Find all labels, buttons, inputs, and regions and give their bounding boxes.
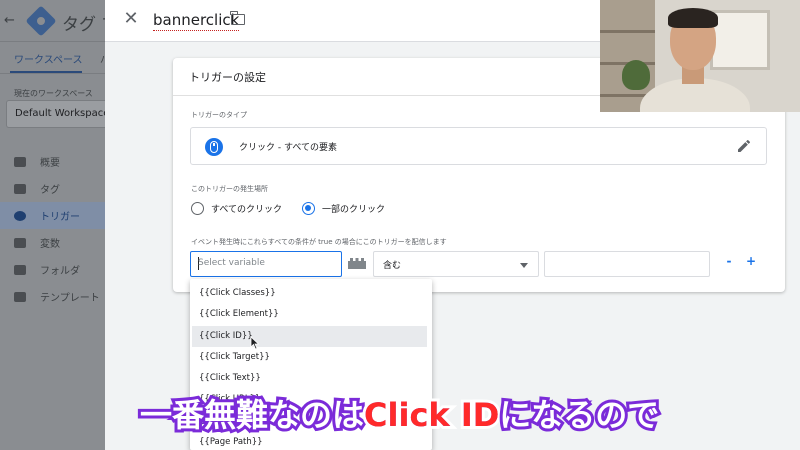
caption-part2: になるので — [496, 393, 662, 437]
window — [710, 10, 770, 70]
sidebar-item[interactable]: トリガー — [0, 202, 105, 229]
radio-some-clicks-circle[interactable] — [302, 202, 315, 215]
background-app: ← タグ マ ワークスペース バ 現在のワークスペース Default Work… — [0, 0, 118, 450]
add-condition-button[interactable]: + — [743, 254, 759, 272]
radio-all-clicks-label: すべてのクリック — [211, 205, 283, 215]
fire-on-label: このトリガーの発生場所 — [191, 185, 268, 193]
variable-picker-icon[interactable] — [348, 257, 366, 269]
folder-icon[interactable] — [230, 11, 245, 25]
sidebar-item[interactable]: フォルダ — [0, 256, 105, 283]
tab-workspace[interactable]: ワークスペース — [14, 51, 83, 66]
sidebar-item-label: 概要 — [40, 158, 60, 169]
tab-active-indicator — [10, 71, 82, 73]
radio-all-clicks-circle[interactable] — [191, 202, 204, 215]
operator-select[interactable]: 含む — [373, 251, 539, 277]
radio-some-clicks[interactable]: 一部のクリック — [302, 202, 385, 215]
variable-select[interactable]: Select variable — [190, 251, 342, 277]
sidebar-item-label: タグ — [40, 185, 60, 196]
remove-condition-button[interactable]: - — [721, 254, 737, 272]
overview-icon — [14, 156, 26, 167]
trigger-type-name: クリック - すべての要素 — [239, 143, 337, 153]
sidebar-item[interactable]: タグ — [0, 175, 105, 202]
trigger-name[interactable]: bannerclick — [153, 11, 240, 31]
tag-manager-logo-icon — [25, 5, 57, 37]
dropdown-arrow-icon — [520, 263, 528, 268]
trigger-type-box[interactable]: クリック - すべての要素 — [190, 127, 767, 165]
dropdown-option[interactable]: {{Click Element}} — [190, 304, 432, 325]
variable-placeholder: Select variable — [198, 258, 265, 268]
webcam-overlay — [600, 0, 800, 112]
sidebar-item[interactable]: 変数 — [0, 229, 105, 256]
plant — [622, 60, 650, 90]
trigger-icon — [14, 210, 26, 221]
sidebar-item[interactable]: 概要 — [0, 148, 105, 175]
pencil-icon[interactable] — [736, 138, 752, 154]
dropdown-option[interactable]: {{Click Classes}} — [190, 283, 432, 304]
condition-value-input[interactable] — [544, 251, 710, 277]
condition-label: イベント発生時にこれらすべての条件が true の場合にこのトリガーを配信します — [191, 238, 447, 246]
workspace-label: 現在のワークスペース — [14, 89, 93, 98]
dropdown-option[interactable]: {{Click ID}} — [192, 325, 427, 347]
workspace-selector[interactable]: Default Workspace — [6, 100, 109, 128]
dropdown-option[interactable]: {{Click Text}} — [190, 368, 432, 389]
workspace-name: Default Workspace — [15, 108, 110, 119]
sidebar-item-label: フォルダ — [40, 266, 80, 277]
mouse-click-icon — [205, 138, 223, 156]
sidebar-item-label: テンプレート — [40, 293, 100, 304]
dropdown-option[interactable]: {{Click Target}} — [190, 347, 432, 368]
operator-value: 含む — [383, 261, 402, 271]
card-title: トリガーの設定 — [189, 71, 266, 84]
tag-icon — [14, 183, 26, 194]
caption-part1: 一番無難なのは — [137, 393, 367, 437]
background-topbar: ← タグ マ — [0, 0, 118, 42]
variable-icon — [14, 237, 26, 248]
sidebar-nav: 概要タグトリガー変数フォルダテンプレート — [0, 148, 105, 310]
template-icon — [14, 291, 26, 302]
radio-all-clicks[interactable]: すべてのクリック — [191, 202, 282, 215]
folder-icon — [14, 264, 26, 275]
mouse-cursor-icon — [250, 336, 260, 350]
sidebar-item-label: 変数 — [40, 239, 60, 250]
sidebar-item[interactable]: テンプレート — [0, 283, 105, 310]
caption-accent: Click ID — [361, 393, 502, 437]
back-arrow-icon[interactable]: ← — [4, 13, 15, 28]
background-tabs: ワークスペース バ — [0, 42, 110, 74]
trigger-type-label: トリガーのタイプ — [191, 111, 247, 119]
sidebar-item-label: トリガー — [40, 212, 80, 223]
person-hair — [668, 8, 718, 28]
close-icon[interactable]: ✕ — [121, 9, 141, 29]
radio-some-clicks-label: 一部のクリック — [322, 205, 386, 215]
subtitle-caption: 一番無難なのはClick IDになるので — [137, 389, 680, 441]
